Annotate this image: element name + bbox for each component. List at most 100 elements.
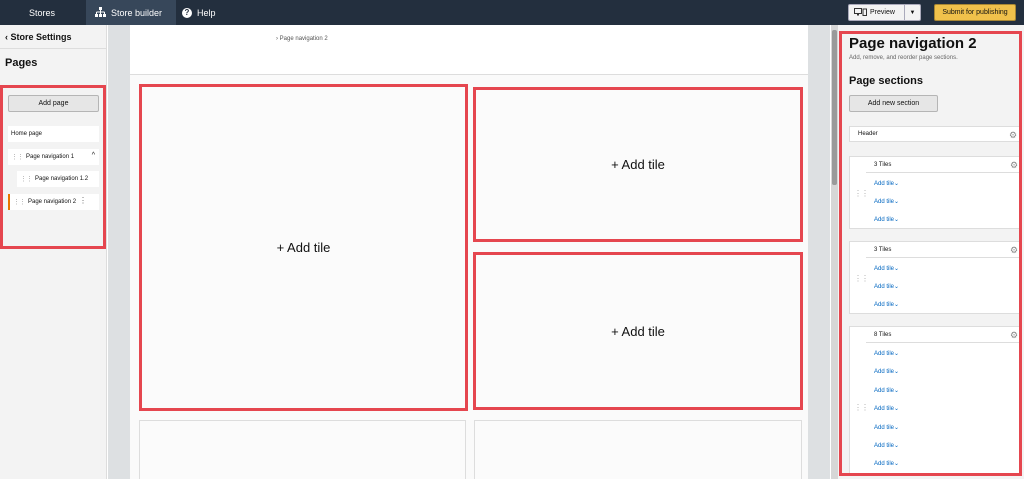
drag-handle-icon[interactable]: ⋮⋮: [854, 189, 869, 198]
chevron-up-icon[interactable]: ^: [92, 152, 95, 159]
page-item-navigation-1-2[interactable]: ⋮⋮ Page navigation 1.2: [17, 171, 99, 187]
section-title-row[interactable]: 8 Tiles ⚙: [866, 327, 1019, 343]
add-tile-link[interactable]: Add tile⌄: [874, 405, 899, 412]
section-label: Header: [858, 131, 878, 137]
chevron-down-icon: ⌄: [894, 443, 900, 449]
tile-lower-right[interactable]: [474, 420, 802, 479]
chevron-down-icon: ⌄: [894, 388, 900, 394]
add-page-button[interactable]: Add page: [8, 95, 99, 112]
section-title: 3 Tiles: [874, 246, 892, 253]
add-tile-link[interactable]: Add tile⌄: [874, 301, 899, 308]
right-panel-highlight: Page navigation 2 Add, remove, and reord…: [839, 31, 1022, 476]
help-link[interactable]: ? Help: [182, 0, 216, 25]
header-section-row[interactable]: Header ⚙: [849, 126, 1019, 142]
top-bar: Stores Store builder ? Help Preview ▼ Su…: [0, 0, 1024, 25]
page-item-navigation-2[interactable]: ⋮⋮ Page navigation 2 ⋮: [8, 194, 99, 210]
tile-top-right[interactable]: + Add tile: [473, 87, 803, 242]
breadcrumb-label: Page navigation 2: [279, 36, 328, 42]
chevron-down-icon: ⌄: [894, 217, 900, 223]
page-item-navigation-1[interactable]: ⋮⋮ Page navigation 1 ^: [8, 149, 99, 165]
sitemap-icon: [95, 6, 106, 19]
add-tile-link[interactable]: Add tile⌄: [874, 283, 899, 290]
drag-handle-icon[interactable]: ⋮⋮: [11, 153, 24, 161]
gear-icon[interactable]: ⚙: [1009, 160, 1019, 170]
tile-lower-left[interactable]: [139, 420, 466, 479]
tile-bottom-right[interactable]: + Add tile: [473, 252, 803, 410]
add-tile-label: + Add tile: [276, 240, 331, 255]
add-tile-label: Add tile: [874, 351, 895, 357]
left-panel: ‹ Store Settings Pages Add page Home pag…: [0, 25, 107, 479]
gear-icon[interactable]: ⚙: [1008, 130, 1018, 140]
chevron-left-icon: ‹: [5, 32, 8, 42]
stores-link[interactable]: Stores: [0, 0, 84, 25]
add-tile-label: Add tile: [874, 425, 895, 431]
section-block: ⋮⋮ 8 Tiles ⚙ Add tile⌄ Add tile⌄ Add til…: [849, 326, 1019, 473]
pages-list-highlight: Add page Home page ⋮⋮ Page navigation 1 …: [0, 85, 106, 249]
add-tile-link[interactable]: Add tile⌄: [874, 460, 899, 467]
page-canvas: › Page navigation 2 + Add tile + Add til…: [108, 25, 830, 479]
drag-handle-icon[interactable]: ⋮⋮: [854, 403, 869, 412]
add-tile-link[interactable]: Add tile⌄: [874, 442, 899, 449]
add-tile-label: Add tile: [874, 217, 895, 223]
drag-handle-icon[interactable]: ⋮⋮: [20, 175, 33, 183]
page-preview: › Page navigation 2 + Add tile + Add til…: [130, 25, 808, 479]
page-subtitle: Add, remove, and reorder page sections.: [849, 55, 958, 61]
add-tile-label: Add tile: [874, 199, 895, 205]
submit-for-publishing-button[interactable]: Submit for publishing: [934, 4, 1016, 21]
add-tile-label: Add tile: [874, 302, 895, 308]
add-tile-link[interactable]: Add tile⌄: [874, 265, 899, 272]
help-icon: ?: [182, 7, 192, 18]
add-tile-label: Add tile: [874, 388, 895, 394]
page-title: Page navigation 2: [849, 35, 977, 52]
add-new-section-button[interactable]: Add new section: [849, 95, 938, 112]
chevron-down-icon: ⌄: [894, 351, 900, 357]
add-tile-link[interactable]: Add tile⌄: [874, 387, 899, 394]
back-label: Store Settings: [10, 32, 72, 42]
page-label: Page navigation 2: [28, 199, 77, 205]
section-title-row[interactable]: 3 Tiles ⚙: [866, 242, 1019, 258]
chevron-down-icon[interactable]: ▼: [905, 10, 920, 16]
section-block: ⋮⋮ 3 Tiles ⚙ Add tile⌄ Add tile⌄ Add til…: [849, 241, 1019, 314]
add-tile-label: Add tile: [874, 406, 895, 412]
add-tile-link[interactable]: Add tile⌄: [874, 180, 899, 187]
add-tile-link[interactable]: Add tile⌄: [874, 198, 899, 205]
chevron-down-icon: ⌄: [894, 284, 900, 290]
add-tile-label: + Add tile: [611, 323, 665, 339]
chevron-down-icon: ⌄: [894, 302, 900, 308]
gear-icon[interactable]: ⚙: [1009, 245, 1019, 255]
scrollbar-thumb[interactable]: [832, 30, 837, 185]
page-item-home[interactable]: Home page: [8, 126, 99, 142]
more-options-icon[interactable]: ⋮: [79, 196, 87, 205]
preview-button[interactable]: Preview ▼: [848, 4, 921, 21]
add-tile-label: + Add tile: [611, 157, 665, 172]
add-tile-link[interactable]: Add tile⌄: [874, 216, 899, 223]
add-tile-label: Add tile: [874, 284, 895, 290]
preview-label: Preview: [870, 9, 895, 16]
section-title-row[interactable]: 3 Tiles ⚙: [866, 157, 1019, 173]
chevron-down-icon: ⌄: [894, 461, 900, 467]
divider: [0, 48, 107, 49]
drag-handle-icon[interactable]: ⋮⋮: [854, 274, 869, 283]
breadcrumb: › Page navigation 2: [276, 36, 328, 42]
page-header-section[interactable]: › Page navigation 2: [130, 25, 808, 75]
page-sections-heading: Page sections: [849, 75, 923, 87]
gear-icon[interactable]: ⚙: [1009, 330, 1019, 340]
store-builder-tab[interactable]: Store builder: [86, 0, 176, 25]
drag-handle-icon[interactable]: ⋮⋮: [13, 198, 26, 206]
chevron-down-icon: ⌄: [894, 199, 900, 205]
add-tile-link[interactable]: Add tile⌄: [874, 368, 899, 375]
add-tile-label: Add tile: [874, 266, 895, 272]
tile-large[interactable]: + Add tile: [139, 84, 468, 411]
monitor-icon: [854, 7, 867, 18]
chevron-down-icon: ⌄: [894, 181, 900, 187]
chevron-down-icon: ⌄: [894, 369, 900, 375]
page-label: Page navigation 1: [26, 154, 75, 160]
page-label: Page navigation 1.2: [35, 176, 89, 182]
add-tile-link[interactable]: Add tile⌄: [874, 424, 899, 431]
help-label: Help: [197, 7, 216, 18]
add-tile-link[interactable]: Add tile⌄: [874, 350, 899, 357]
add-tile-label: Add tile: [874, 443, 895, 449]
chevron-down-icon: ⌄: [894, 266, 900, 272]
back-to-store-settings-link[interactable]: ‹ Store Settings: [5, 32, 72, 42]
chevron-down-icon: ⌄: [894, 425, 900, 431]
